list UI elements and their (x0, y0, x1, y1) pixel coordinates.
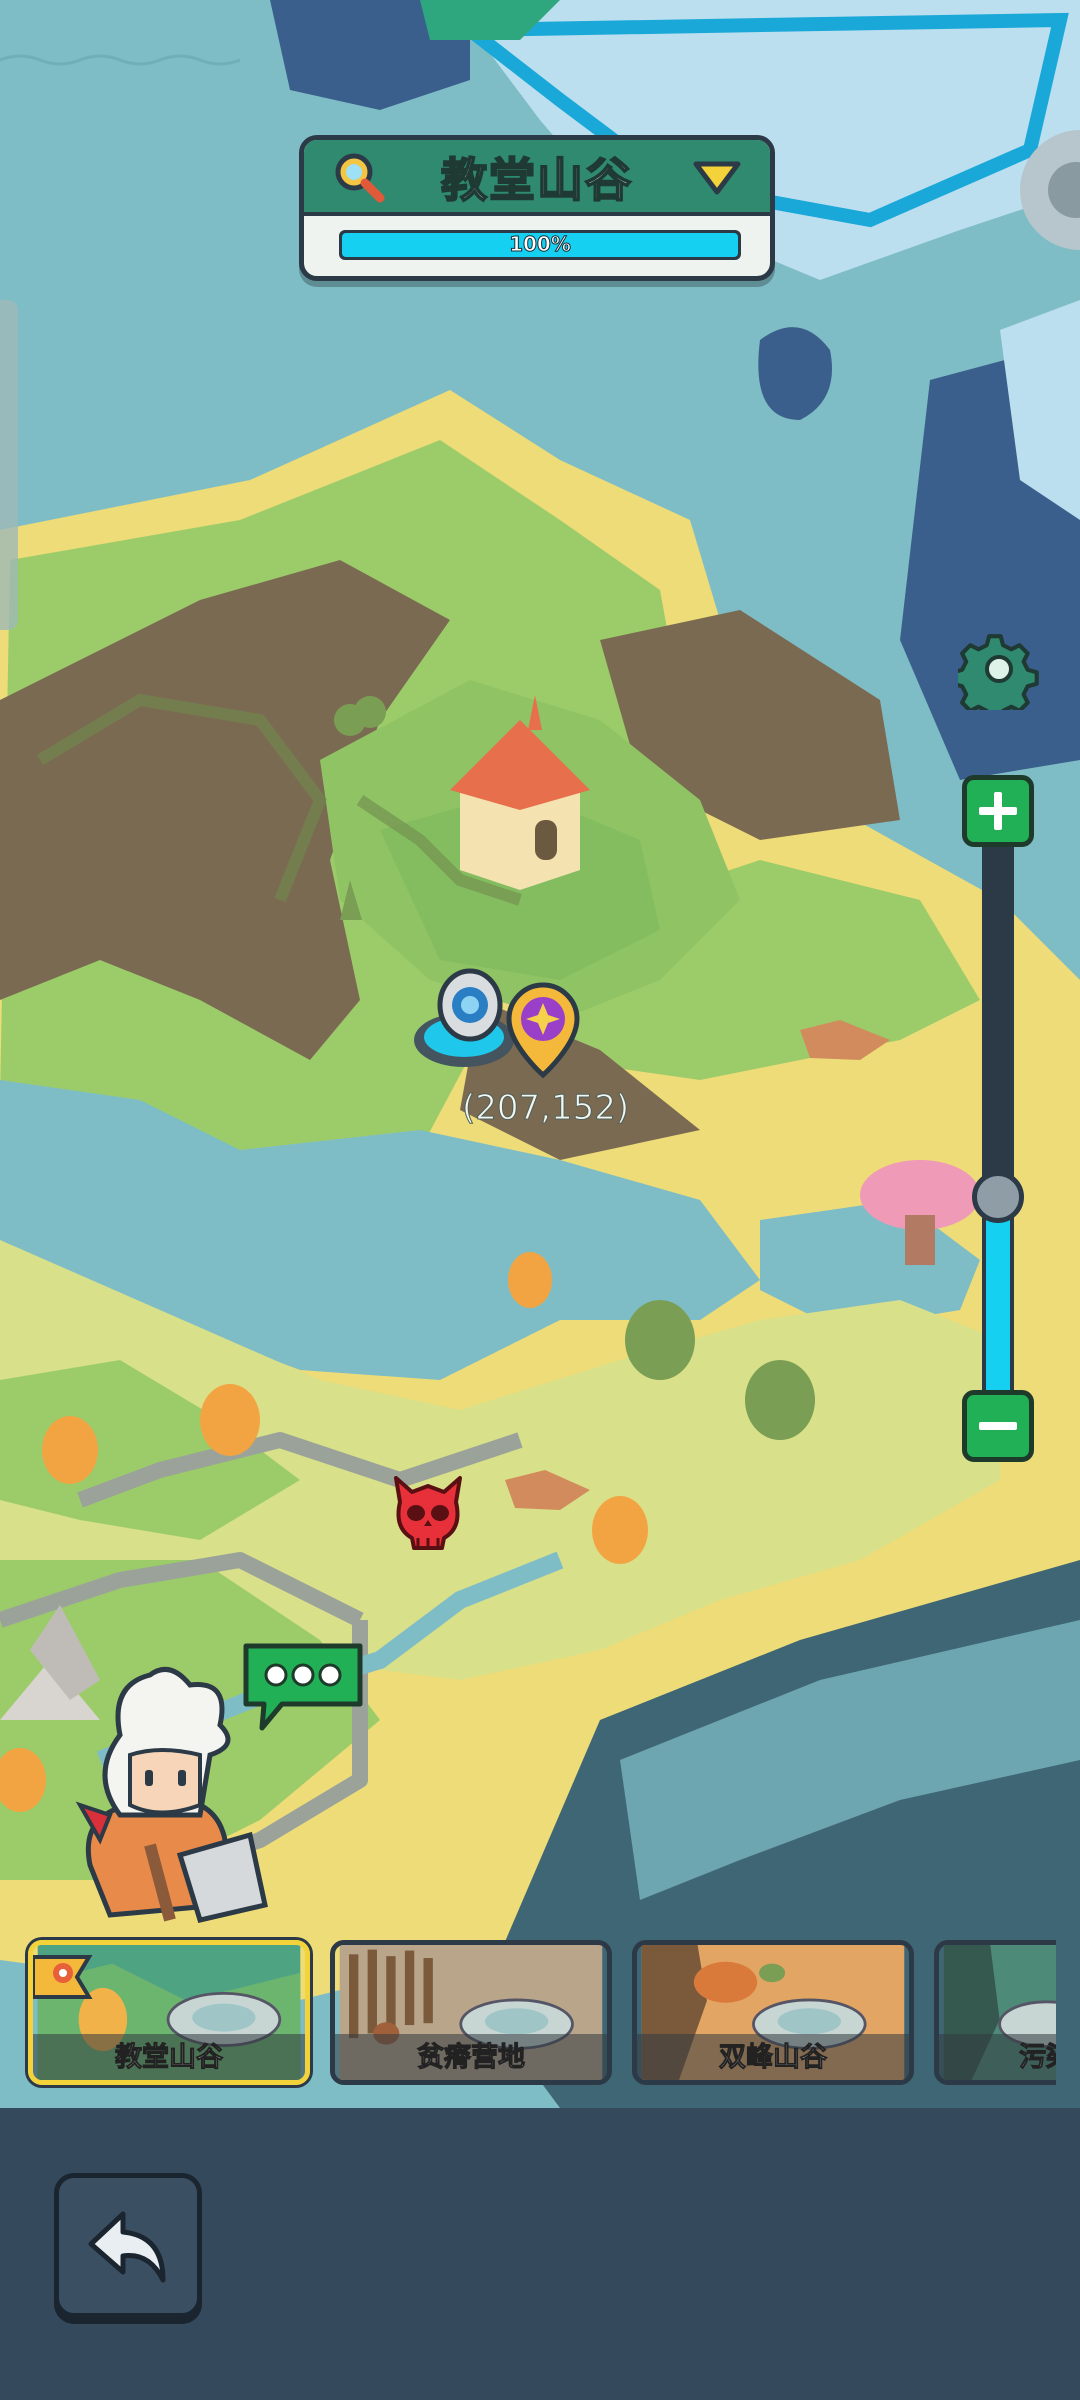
hero-character[interactable] (50, 1665, 280, 1930)
region-card-label: 贫瘠营地 (417, 2042, 526, 2074)
zoom-out-button[interactable] (962, 1390, 1034, 1462)
demon-skull-icon[interactable] (386, 1468, 470, 1552)
region-card-chapel-valley[interactable]: 教堂山谷 (28, 1940, 310, 2085)
star-pin-icon[interactable] (506, 982, 580, 1079)
progress-text: 100% (509, 232, 572, 257)
back-button[interactable] (54, 2173, 202, 2318)
region-card-label: 教堂山谷 (115, 2042, 224, 2074)
minus-icon (979, 1422, 1017, 1430)
exploration-progress-bar: 100% (339, 230, 741, 260)
zoom-slider-thumb[interactable] (972, 1171, 1024, 1223)
location-pin-icon (33, 1955, 93, 1999)
region-header-panel: 教堂山谷 100% (299, 135, 775, 281)
back-arrow-icon (88, 2211, 166, 2283)
side-drawer-tab[interactable] (0, 300, 18, 630)
chevron-down-icon[interactable] (692, 158, 742, 198)
zoom-in-button[interactable] (962, 775, 1034, 847)
coordinate-label: (207,152) (461, 1088, 630, 1129)
region-card-label: 双峰山谷 (719, 2042, 828, 2074)
gear-icon[interactable] (958, 628, 1040, 710)
world-map[interactable]: 教堂山谷 100% (207,152) 教堂山谷 贫瘠营地 双峰山谷 污 (0, 0, 1080, 2108)
portal-icon[interactable] (408, 965, 608, 1095)
region-card-polluted[interactable]: 污染 (934, 1940, 1056, 2085)
zoom-slider-track[interactable] (982, 845, 1014, 1395)
region-card-label: 污染 (1019, 2042, 1057, 2074)
region-card-strip[interactable]: 教堂山谷 贫瘠营地 双峰山谷 污 (0, 1935, 1056, 2095)
region-card-twin-peaks-valley[interactable]: 双峰山谷 (632, 1940, 914, 2085)
zoom-slider-fill (986, 1197, 1010, 1395)
region-card-barren-camp[interactable]: 贫瘠营地 (330, 1940, 612, 2085)
